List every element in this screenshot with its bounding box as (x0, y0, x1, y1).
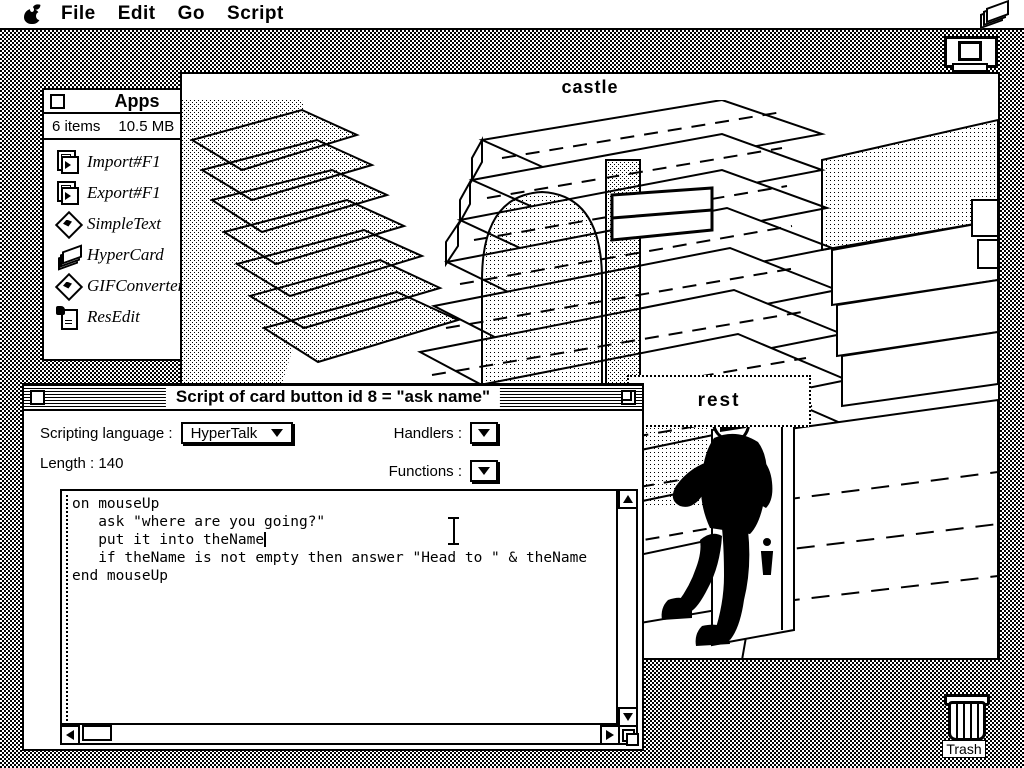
list-item-label: GIFConverter (87, 275, 185, 295)
resedit-icon (56, 305, 80, 330)
menu-file[interactable]: File (50, 1, 107, 27)
script-editor-window[interactable]: Script of card button id 8 = "ask name" … (22, 383, 644, 751)
trash-label: Trash (942, 740, 986, 758)
scripting-language-row: Scripting language : HyperTalk (40, 421, 642, 445)
trash-icon[interactable]: Trash (934, 694, 994, 759)
simpletext-icon (54, 210, 84, 239)
menu-bar-right-group (980, 0, 1024, 30)
resize-grow-box[interactable] (618, 725, 639, 746)
scroll-left-button[interactable] (60, 725, 80, 745)
rest-button[interactable]: rest (627, 375, 811, 427)
scroll-down-button[interactable] (618, 707, 638, 727)
script-window-titlebar[interactable]: Script of card button id 8 = "ask name" (24, 385, 642, 411)
list-item-label: ResEdit (87, 306, 140, 326)
apps-total-size: 10.5 MB (118, 117, 175, 135)
apps-window-title: Apps (104, 91, 170, 111)
application-switcher-icon[interactable] (980, 0, 1009, 30)
arrow-down-icon (623, 713, 633, 721)
hard-disk-icon[interactable] (938, 36, 998, 72)
castle-window-titlebar[interactable]: castle (182, 74, 998, 102)
trash-glyph (942, 694, 990, 741)
script-window-title: Script of card button id 8 = "ask name" (165, 387, 501, 407)
document-export-icon (56, 180, 80, 205)
handlers-row: Handlers : (376, 421, 498, 445)
handlers-label: Handlers : (393, 424, 462, 442)
horizontal-scrollbar[interactable] (60, 723, 618, 745)
menu-edit[interactable]: Edit (107, 1, 167, 27)
hypercard-stack-icon (56, 243, 82, 271)
script-length-label: Length : 140 (40, 454, 124, 472)
menu-script[interactable]: Script (216, 1, 295, 27)
arrow-up-icon (623, 495, 633, 503)
script-text-area[interactable]: on mouseUp ask "where are you going?" pu… (66, 495, 614, 721)
functions-row: Functions : (376, 459, 498, 483)
menu-bar[interactable]: File Edit Go Script (0, 0, 1024, 30)
script-editor-body: on mouseUp ask "where are you going?" pu… (60, 489, 639, 746)
arrow-left-icon (66, 730, 74, 740)
horizontal-scroll-thumb[interactable] (82, 725, 112, 741)
code-line-3: put it into theName (72, 532, 265, 548)
chevron-down-icon (478, 429, 490, 437)
chevron-down-icon (271, 429, 284, 437)
document-import-icon (56, 149, 80, 174)
list-item-label: Export#F1 (87, 182, 161, 202)
scripting-language-select[interactable]: HyperTalk (180, 422, 294, 444)
code-line-1: on mouseUp (72, 496, 160, 512)
close-icon[interactable] (50, 93, 65, 109)
code-line-2: ask "where are you going?" (72, 514, 326, 530)
handlers-select[interactable] (470, 422, 498, 444)
scripting-language-value: HyperTalk (190, 424, 258, 442)
script-controls-bar: Scripting language : HyperTalk Length : … (24, 411, 642, 482)
code-line-4: if theName is not empty then answer "Hea… (72, 550, 588, 566)
list-item-label: SimpleText (87, 213, 161, 233)
zoom-icon[interactable] (621, 389, 636, 405)
scroll-up-button[interactable] (618, 489, 638, 509)
apple-icon (24, 2, 43, 24)
apps-item-count: 6 items (52, 117, 101, 135)
functions-select[interactable] (470, 460, 498, 482)
close-icon[interactable] (30, 389, 45, 405)
hard-disk-glyph (944, 36, 998, 72)
menu-go[interactable]: Go (167, 1, 216, 27)
list-item-label: HyperCard (87, 244, 164, 264)
gifconverter-icon (54, 272, 84, 301)
chevron-down-icon (478, 467, 490, 475)
list-item-label: Import#F1 (87, 151, 161, 171)
script-length-row: Length : 140 (40, 451, 642, 475)
scroll-right-button[interactable] (600, 725, 620, 745)
castle-window-title: castle (551, 77, 629, 97)
ibeam-cursor (448, 517, 459, 545)
code-line-5: end mouseUp (72, 568, 169, 584)
script-menus-group: Handlers : Functions : (376, 421, 498, 497)
text-caret (264, 532, 267, 547)
vertical-scrollbar[interactable] (616, 489, 638, 727)
scripting-language-label: Scripting language : (40, 424, 173, 442)
functions-label: Functions : (388, 462, 462, 480)
apple-menu-icon[interactable] (0, 2, 50, 24)
script-text-frame[interactable]: on mouseUp ask "where are you going?" pu… (60, 489, 639, 746)
arrow-right-icon (606, 730, 614, 740)
